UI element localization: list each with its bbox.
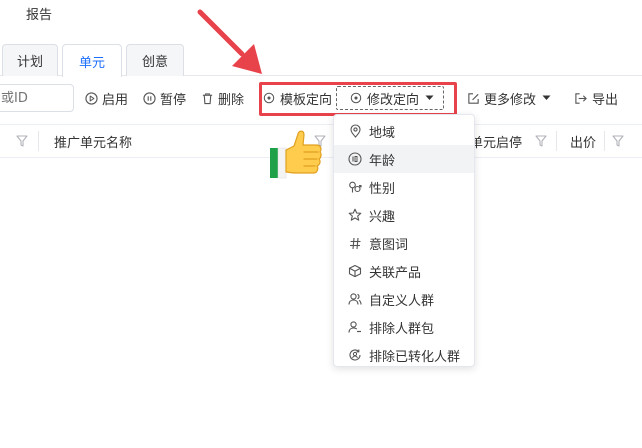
filter-icon[interactable] <box>16 134 28 148</box>
menu-item-label: 意图词 <box>369 237 409 253</box>
menu-item-gender[interactable]: 性别 <box>334 173 474 201</box>
enable-button[interactable]: 启用 <box>84 80 128 116</box>
target-dot-icon <box>349 91 363 105</box>
more-modify-label: 更多修改 <box>484 92 537 108</box>
enable-label: 启用 <box>102 92 129 108</box>
column-separator <box>556 131 557 151</box>
more-modify-button[interactable]: 更多修改 <box>466 80 551 116</box>
column-bid: 出价 <box>570 135 597 151</box>
arrow-annotation-icon <box>197 9 262 74</box>
nav-report[interactable]: 报告 <box>26 4 52 23</box>
delete-label: 删除 <box>218 92 245 108</box>
trash-icon <box>200 91 214 105</box>
menu-item-region[interactable]: 地域 <box>334 117 474 145</box>
column-unit-name: 推广单元名称 <box>54 135 133 151</box>
menu-item-age[interactable]: 年龄 <box>334 145 474 173</box>
delete-button[interactable]: 删除 <box>200 80 244 116</box>
caret-down-icon <box>425 95 434 101</box>
target-dot-icon <box>262 91 276 105</box>
location-pin-icon <box>348 124 362 138</box>
menu-item-intent-words[interactable]: 意图词 <box>334 229 474 257</box>
play-circle-icon <box>84 91 98 105</box>
column-separator <box>604 131 605 151</box>
modify-targeting-button[interactable]: 修改定向 <box>336 86 444 110</box>
menu-item-interest[interactable]: 兴趣 <box>334 201 474 229</box>
filter-icon[interactable] <box>535 134 547 148</box>
export-icon <box>574 91 588 105</box>
edit-square-icon <box>466 91 480 105</box>
star-icon <box>348 208 362 222</box>
tab-creative[interactable]: 创意 <box>126 44 184 76</box>
export-label: 导出 <box>592 92 619 108</box>
template-targeting-button[interactable]: 模板定向 <box>262 80 332 116</box>
menu-item-label: 自定义人群 <box>369 293 435 309</box>
menu-item-exclude-converted[interactable]: 排除已转化人群 <box>334 341 474 369</box>
user-cycle-icon <box>348 348 362 362</box>
menu-item-label: 兴趣 <box>369 209 396 225</box>
caret-down-icon <box>542 95 551 101</box>
menu-item-label: 关联产品 <box>369 265 422 281</box>
cube-icon <box>348 264 362 278</box>
top-nav: 报告 <box>0 0 642 28</box>
gender-icon <box>348 180 362 194</box>
column-unit-status: 单元启停 <box>470 135 523 151</box>
thumbs-up-icon <box>270 130 322 179</box>
menu-item-label: 排除人群包 <box>369 321 435 337</box>
export-button[interactable]: 导出 <box>574 80 618 116</box>
age-badge-icon <box>348 152 362 166</box>
search-input[interactable] <box>0 84 74 112</box>
menu-item-related-products[interactable]: 关联产品 <box>334 257 474 285</box>
template-targeting-label: 模板定向 <box>280 92 333 108</box>
tab-plan[interactable]: 计划 <box>2 44 58 76</box>
menu-item-label: 性别 <box>369 181 396 197</box>
filter-icon[interactable] <box>612 134 624 148</box>
modify-targeting-dropdown: 地域 年龄 性别 兴趣 意图词 关联产品 自定义人群 排除人群包 排除已转化人群 <box>333 114 475 367</box>
menu-item-exclude-audience-pack[interactable]: 排除人群包 <box>334 313 474 341</box>
menu-item-label: 地域 <box>369 125 396 141</box>
hash-icon <box>348 236 362 250</box>
level-tabs: 计划 单元 创意 <box>0 44 642 77</box>
toolbar: 启用 暂停 删除 模板定向 修改定向 更多修改 <box>0 80 642 116</box>
tab-unit[interactable]: 单元 <box>62 44 122 77</box>
menu-item-label: 排除已转化人群 <box>369 349 461 365</box>
menu-item-label: 年龄 <box>369 153 396 169</box>
user-group-icon <box>348 292 362 306</box>
pause-label: 暂停 <box>160 92 187 108</box>
modify-targeting-label: 修改定向 <box>367 92 420 108</box>
user-minus-icon <box>348 320 362 334</box>
pause-button[interactable]: 暂停 <box>142 80 186 116</box>
column-separator <box>38 131 39 151</box>
menu-item-custom-audience[interactable]: 自定义人群 <box>334 285 474 313</box>
pause-circle-icon <box>142 91 156 105</box>
